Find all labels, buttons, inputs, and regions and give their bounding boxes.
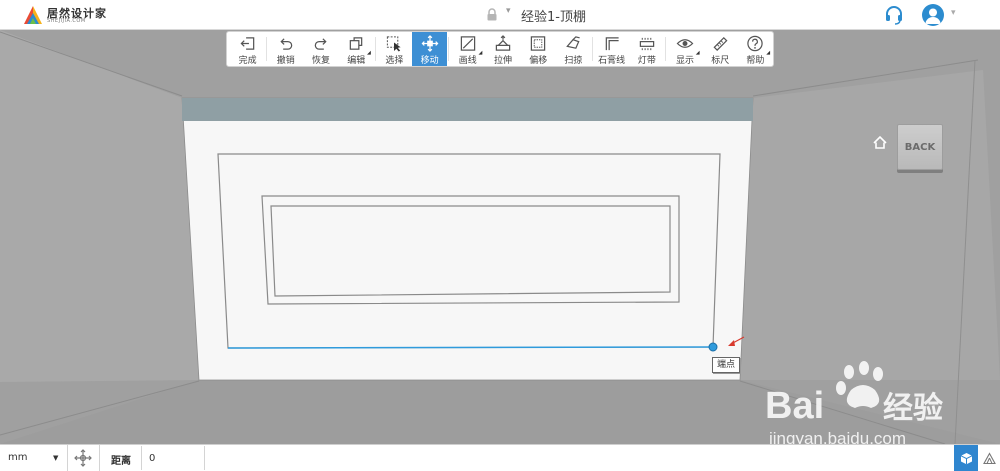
3d-cube-icon <box>960 452 972 464</box>
floorplan-icon <box>982 451 996 464</box>
3d-view-button[interactable] <box>954 445 978 471</box>
toolbar-separator <box>665 37 667 61</box>
edit-icon <box>349 37 363 50</box>
back-button[interactable]: BACK <box>897 124 943 170</box>
user-menu-dropdown-icon[interactable]: ▾ <box>951 8 956 18</box>
help-submenu-icon: ◢ <box>766 50 771 56</box>
baidu-paw-icon <box>836 361 883 408</box>
draw-line-submenu-icon: ◢ <box>478 50 483 56</box>
display-button[interactable]: ◢ 显示 <box>667 32 702 66</box>
undo-icon <box>280 38 293 50</box>
help-icon <box>747 35 764 52</box>
toolbar-separator <box>374 37 376 61</box>
toolbar-separator <box>592 37 593 61</box>
draw-line-icon <box>460 36 476 51</box>
undo-label: 撤销 <box>276 56 295 66</box>
watermark-brand: Bai <box>765 385 824 427</box>
move-button[interactable]: 移动 <box>412 32 448 66</box>
lock-dropdown-icon[interactable]: ▾ <box>506 6 511 16</box>
move-label: 移动 <box>420 56 439 66</box>
draw-line-button[interactable]: ◢ 画线 <box>450 32 485 66</box>
exit-icon <box>240 37 254 50</box>
undo-button[interactable]: 撤销 <box>268 32 303 66</box>
user-icon <box>925 8 941 24</box>
display-label: 显示 <box>675 56 694 66</box>
ruler-button[interactable]: 标尺 <box>703 32 738 66</box>
drawn-line[interactable] <box>227 346 714 349</box>
plaster-line-button[interactable]: 石膏线 <box>594 32 629 66</box>
toolbar-separator <box>266 37 268 61</box>
sweep-button[interactable]: 扫掠 <box>556 32 591 66</box>
sweep-icon <box>566 36 581 49</box>
select-icon <box>387 36 402 52</box>
headset-support-icon[interactable] <box>884 5 904 25</box>
brand-subtitle: SHEJIJIA.COM <box>47 18 86 24</box>
edit-button[interactable]: ◢ 编辑 <box>339 32 374 66</box>
select-button[interactable]: 选择 <box>377 32 412 66</box>
light-strip-icon <box>639 37 655 51</box>
unit-select[interactable]: mm ▼ <box>0 445 68 471</box>
2d-view-button[interactable] <box>978 445 1000 471</box>
offset-button[interactable]: 偏移 <box>521 32 556 66</box>
ruler-label: 标尺 <box>711 56 730 66</box>
redo-label: 恢复 <box>311 56 330 66</box>
redo-button[interactable]: 恢复 <box>303 32 338 66</box>
extrude-icon <box>495 35 511 51</box>
ruler-icon <box>713 36 728 51</box>
document-title[interactable]: 经验1-顶棚 <box>521 6 586 25</box>
move-axis-icon[interactable] <box>73 448 93 468</box>
light-strip-label: 灯带 <box>637 56 656 66</box>
sweep-label: 扫掠 <box>564 56 583 66</box>
extrude-label: 拉伸 <box>493 56 512 66</box>
brand-logo-icon[interactable] <box>22 4 44 26</box>
finish-button[interactable]: 完成 <box>230 32 265 66</box>
finish-label: 完成 <box>238 56 257 66</box>
help-button[interactable]: ◢ 帮助 <box>738 32 773 66</box>
distance-label: 距离 <box>99 445 141 471</box>
offset-label: 偏移 <box>529 56 548 66</box>
eye-icon <box>676 39 694 48</box>
ceiling-panel[interactable] <box>181 97 754 381</box>
distance-input[interactable] <box>141 446 205 470</box>
top-bar: 居然设计家 SHEJIJIA.COM ▾ 经验1-顶棚 ▾ <box>0 0 1000 30</box>
redo-icon <box>314 38 327 50</box>
home-icon[interactable] <box>873 136 887 149</box>
light-strip-button[interactable]: 灯带 <box>629 32 664 66</box>
select-label: 选择 <box>385 56 404 66</box>
endpoint-marker[interactable] <box>708 342 718 352</box>
plaster-line-icon <box>605 37 619 51</box>
edit-submenu-icon: ◢ <box>366 50 371 56</box>
display-submenu-icon: ◢ <box>695 50 700 56</box>
unit-value: mm <box>8 452 28 463</box>
watermark-brand-suffix: 经验 <box>883 391 943 426</box>
user-avatar[interactable] <box>922 4 944 26</box>
snap-tooltip: 端点 <box>712 357 741 373</box>
edit-label: 编辑 <box>347 56 366 66</box>
plaster-line-label: 石膏线 <box>598 56 626 66</box>
lock-icon[interactable] <box>486 8 498 21</box>
move-icon <box>421 35 439 52</box>
status-bar: mm ▼ 距离 <box>0 444 1000 471</box>
unit-dropdown-icon: ▼ <box>53 454 59 462</box>
offset-icon <box>530 36 546 51</box>
baidu-jingyan-watermark: Bai 经验 jingyan.baidu.com <box>765 361 943 448</box>
toolbar-separator <box>448 37 450 61</box>
extrude-button[interactable]: 拉伸 <box>485 32 520 66</box>
help-label: 帮助 <box>746 56 765 66</box>
main-toolbar: 完成 撤销 恢复 ◢ 编辑 选择 移动 ◢ 画线 拉伸 偏移 扫掠 石膏线 灯带… <box>226 31 774 67</box>
draw-line-label: 画线 <box>458 56 477 66</box>
